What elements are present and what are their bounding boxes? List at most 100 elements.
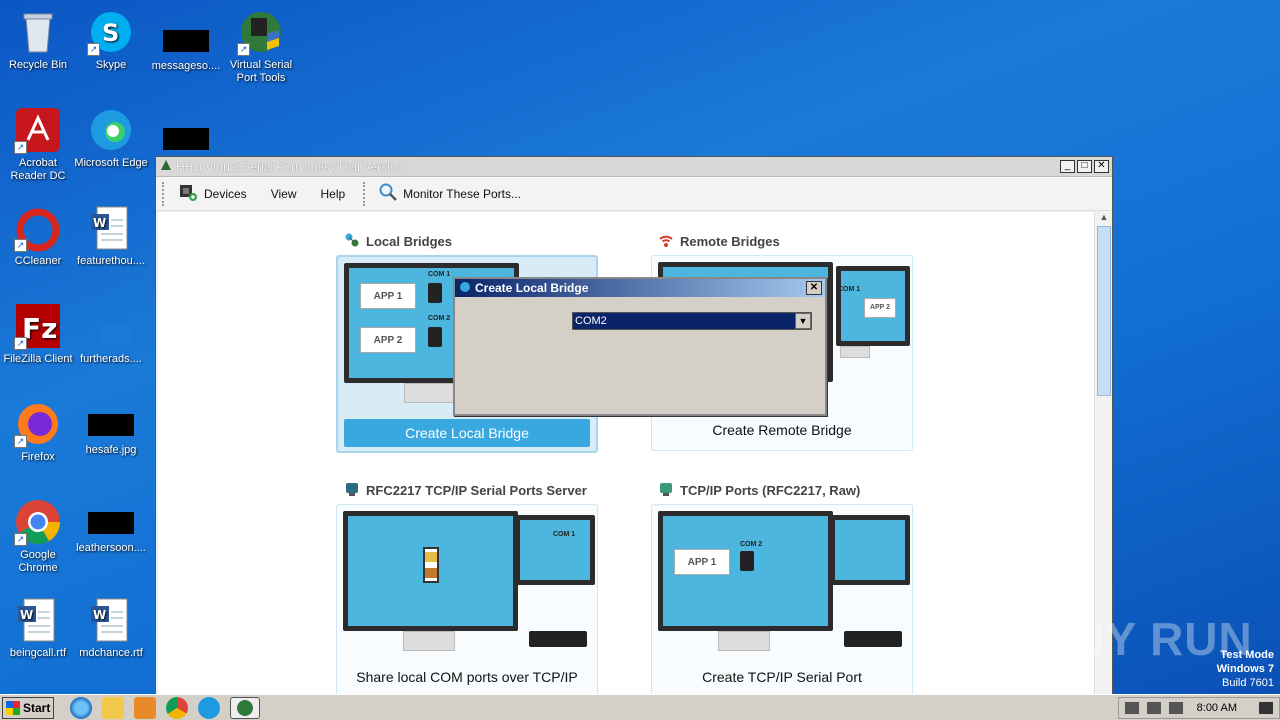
serial-server-device-icon	[844, 631, 902, 647]
scroll-up-icon[interactable]: ▲	[1095, 212, 1113, 226]
desktop-icon-hesafe[interactable]: hesafe.jpg	[73, 400, 149, 457]
section-local-bridges: Local Bridges	[344, 232, 452, 251]
taskbar-chrome-icon[interactable]	[166, 696, 188, 719]
flag-icon[interactable]	[1168, 701, 1183, 714]
start-label: Start	[23, 700, 51, 715]
scrollbar-thumb[interactable]	[1097, 226, 1111, 396]
build-label: Build 7601	[1222, 677, 1274, 689]
devices-menu[interactable]: Devices	[166, 183, 259, 204]
desktop-icon-label: Google Chrome	[18, 549, 58, 574]
desktop-icon-label: Acrobat Reader DC	[10, 157, 66, 182]
create-remote-bridge-label[interactable]: Create Remote Bridge	[652, 422, 912, 438]
word-doc-icon: W	[87, 596, 135, 644]
desktop-icon-leathersoon[interactable]: leathersoon....	[73, 498, 149, 555]
desktop-icon-messageso[interactable]: messageso....	[148, 8, 224, 73]
desktop-icon-label: hesafe.jpg	[85, 444, 137, 456]
close-button[interactable]: ✕	[1094, 160, 1109, 173]
minimize-button[interactable]: _	[1060, 160, 1075, 173]
devices-menu-label: Devices	[204, 186, 247, 201]
taskbar-media-player-icon[interactable]	[134, 696, 156, 719]
windows-logo-icon	[6, 700, 20, 715]
taskbar-explorer-icon[interactable]	[102, 696, 124, 719]
dropdown-arrow-icon[interactable]: ▼	[795, 313, 811, 329]
section-title-text: Remote Bridges	[680, 234, 780, 249]
clock[interactable]: 8:00 AM	[1197, 702, 1237, 714]
window-title: HHD Virtual Serial Port Tools (Trial Ver…	[176, 159, 408, 174]
os-label: Windows 7	[1216, 663, 1274, 675]
desktop-icon-label: mdchance.rtf	[79, 647, 143, 659]
desktop-icon-mdchance[interactable]: W mdchance.rtf	[73, 596, 149, 660]
desktop-icon-redacted[interactable]	[148, 106, 224, 158]
taskbar-ie-icon[interactable]	[70, 696, 92, 719]
local-bridge-icon	[344, 232, 360, 251]
window-titlebar[interactable]: HHD Virtual Serial Port Tools (Trial Ver…	[156, 157, 1112, 177]
com1-label: COM 1	[428, 271, 451, 278]
dialog-close-button[interactable]: ✕	[806, 281, 822, 295]
create-local-bridge-button[interactable]: Create Local Bridge	[344, 419, 590, 447]
view-menu[interactable]: View	[259, 187, 309, 201]
redacted-file-icon	[163, 30, 209, 52]
shortcut-arrow-icon: ↗	[14, 337, 27, 350]
file-icon	[87, 302, 135, 350]
desktop-icon-edge[interactable]: Microsoft Edge	[73, 106, 149, 170]
desktop-icon-beingcall[interactable]: W beingcall.rtf	[0, 596, 76, 660]
desktop-icon-recycle-bin[interactable]: Recycle Bin	[0, 8, 76, 72]
desktop-icon-label: leathersoon....	[76, 542, 146, 554]
maximize-button[interactable]: □	[1077, 160, 1092, 173]
dialog-title: Create Local Bridge	[475, 281, 589, 295]
section-rfc2217-server: RFC2217 TCP/IP Serial Ports Server	[344, 481, 587, 500]
monitor-stand	[718, 631, 770, 651]
desktop-icon-featurethou[interactable]: W featurethou....	[73, 204, 149, 268]
desktop-icon-ccleaner[interactable]: ↗ CCleaner	[0, 204, 76, 268]
rfc2217-server-card[interactable]: COM 1 Share local COM ports over TCP/IP	[336, 504, 598, 700]
create-tcpip-port-label[interactable]: Create TCP/IP Serial Port	[652, 669, 912, 685]
filezilla-icon: Fz ↗	[14, 302, 62, 350]
shortcut-arrow-icon: ↗	[14, 239, 27, 252]
section-remote-bridges: Remote Bridges	[658, 232, 780, 251]
desktop-icon-label: beingcall.rtf	[9, 647, 67, 659]
help-menu[interactable]: Help	[308, 187, 357, 201]
monitor-stand	[404, 383, 456, 403]
magnifier-icon	[379, 183, 398, 204]
desktop-icon-label: messageso....	[151, 60, 221, 72]
serial-connector-icon	[740, 551, 754, 571]
desktop-icon-skype[interactable]: S ↗ Skype	[73, 8, 149, 72]
acrobat-icon: ↗	[14, 106, 62, 154]
desktop-icon-firefox[interactable]: ↗ Firefox	[0, 400, 76, 464]
desktop-icon-label: FileZilla Client	[3, 353, 73, 365]
app-window: HHD Virtual Serial Port Tools (Trial Ver…	[155, 156, 1113, 700]
redacted-image-icon	[88, 414, 134, 436]
taskbar-serial-tools-icon[interactable]	[230, 696, 260, 719]
desktop-icon-label: CCleaner	[14, 255, 62, 267]
monitor-ports-button[interactable]: Monitor These Ports...	[367, 183, 533, 204]
show-desktop-icon[interactable]	[1259, 701, 1273, 714]
edge-icon	[87, 106, 135, 154]
redacted-file-icon	[163, 128, 209, 150]
desktop-icon-chrome[interactable]: ↗ Google Chrome	[0, 498, 76, 575]
svg-text:W: W	[93, 608, 106, 622]
app1-box: APP 1	[674, 549, 730, 575]
volume-icon[interactable]	[1124, 701, 1139, 714]
dialog-app-icon	[459, 281, 471, 296]
shortcut-arrow-icon: ↗	[14, 141, 27, 154]
monitor-stand	[403, 631, 455, 651]
share-com-ports-label[interactable]: Share local COM ports over TCP/IP	[337, 669, 597, 685]
desktop-icon-virtual-serial[interactable]: ↗ Virtual Serial Port Tools	[223, 8, 299, 85]
desktop-icon-filezilla[interactable]: Fz ↗ FileZilla Client	[0, 302, 76, 366]
start-button[interactable]: Start	[2, 696, 54, 719]
test-mode-notice: Test Mode Windows 7 Build 7601	[1217, 648, 1274, 690]
monitor-ports-label: Monitor These Ports...	[403, 186, 521, 201]
dialog-titlebar[interactable]: Create Local Bridge ✕	[455, 279, 825, 297]
desktop-icon-label: Firefox	[21, 451, 55, 463]
create-local-bridge-dialog: Create Local Bridge ✕ COM2 ▼	[453, 277, 827, 416]
taskbar-edge-icon[interactable]	[198, 696, 220, 719]
desktop-icon-furtherads[interactable]: furtherads....	[73, 302, 149, 366]
svg-text:W: W	[93, 216, 106, 230]
svg-text:Fz: Fz	[22, 312, 57, 345]
firefox-icon: ↗	[14, 400, 62, 448]
network-icon[interactable]	[1146, 701, 1161, 714]
view-menu-label: View	[270, 186, 297, 201]
tcpip-ports-card[interactable]: APP 1 COM 2 Create TCP/IP Serial Port	[651, 504, 913, 700]
com-port-select[interactable]: COM2 ▼	[572, 312, 812, 330]
desktop-icon-acrobat[interactable]: ↗ Acrobat Reader DC	[0, 106, 76, 183]
